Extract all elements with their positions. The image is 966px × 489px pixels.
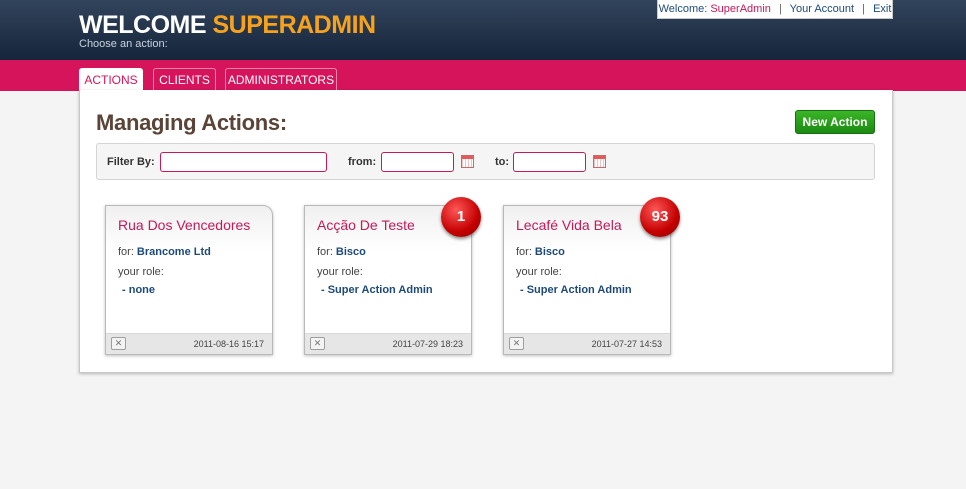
role-value: - none <box>122 284 155 296</box>
tab-administrators[interactable]: ADMINISTRATORS <box>225 68 337 90</box>
action-card[interactable]: Rua Dos Vencedores for: Brancome Ltd your… <box>105 205 273 355</box>
separator: | <box>778 3 782 15</box>
role-value: - Super Action Admin <box>321 284 433 296</box>
from-label: from: <box>348 156 377 168</box>
notification-badge: 93 <box>640 197 680 237</box>
role-label: your role: <box>118 266 164 278</box>
for-label: for: <box>516 246 532 258</box>
card-title[interactable]: Acção De Teste <box>317 217 415 233</box>
card-date: 2011-07-29 18:23 <box>392 339 463 349</box>
close-icon[interactable]: ✕ <box>310 337 325 350</box>
card-title[interactable]: Rua Dos Vencedores <box>118 217 250 233</box>
new-action-button[interactable]: New Action <box>795 110 875 134</box>
from-date-input[interactable] <box>381 152 454 172</box>
brand-prefix: WELCOME <box>79 11 207 39</box>
card-client: for: Bisco <box>317 246 366 258</box>
header-subtitle: Choose an action: <box>79 38 168 50</box>
brand-title: WELCOME SUPERADMIN <box>79 11 376 40</box>
brand-name: SUPERADMIN <box>212 11 377 39</box>
filter-input[interactable] <box>160 152 327 172</box>
close-icon[interactable]: ✕ <box>509 337 524 350</box>
your-account-link[interactable]: Your Account <box>790 3 854 15</box>
to-date-input[interactable] <box>513 152 586 172</box>
for-label: for: <box>317 246 333 258</box>
client-name: Bisco <box>335 246 366 258</box>
to-label: to: <box>495 156 510 168</box>
exit-link[interactable]: Exit <box>873 3 891 15</box>
role-label: your role: <box>317 266 363 278</box>
calendar-icon[interactable] <box>593 155 606 168</box>
card-footer: ✕ 2011-08-16 15:17 <box>106 333 272 354</box>
card-date: 2011-08-16 15:17 <box>193 339 264 349</box>
nav-band <box>0 60 966 91</box>
client-name: Bisco <box>534 246 565 258</box>
calendar-icon[interactable] <box>461 155 474 168</box>
role-value: - Super Action Admin <box>520 284 632 296</box>
tab-clients[interactable]: CLIENTS <box>153 68 216 90</box>
filter-label: Filter By: <box>107 156 155 168</box>
tab-actions[interactable]: ACTIONS <box>79 68 143 92</box>
client-name: Brancome Ltd <box>136 246 211 258</box>
notification-badge: 1 <box>441 197 481 237</box>
user-menu: Welcome: SuperAdmin | Your Account | Exi… <box>657 0 893 19</box>
for-label: for: <box>118 246 134 258</box>
card-date: 2011-07-27 14:53 <box>591 339 662 349</box>
card-footer: ✕ 2011-07-27 14:53 <box>504 333 670 354</box>
separator: | <box>862 3 866 15</box>
card-client: for: Bisco <box>516 246 565 258</box>
user-name: SuperAdmin <box>710 3 771 15</box>
welcome-label: Welcome: <box>658 3 708 15</box>
close-icon[interactable]: ✕ <box>111 337 126 350</box>
card-client: for: Brancome Ltd <box>118 246 211 258</box>
card-footer: ✕ 2011-07-29 18:23 <box>305 333 471 354</box>
page-title: Managing Actions: <box>96 110 287 135</box>
role-label: your role: <box>516 266 562 278</box>
card-title[interactable]: Lecafé Vida Bela <box>516 217 622 233</box>
